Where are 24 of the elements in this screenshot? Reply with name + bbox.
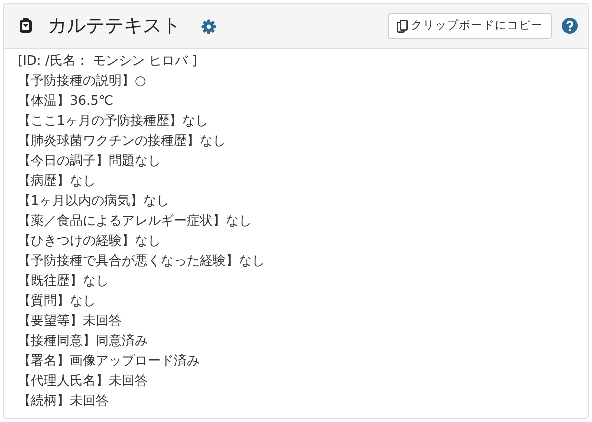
record-line: 【署名】画像アップロード済み [18,353,200,371]
record-line: 【体温】36.5℃ [18,93,114,111]
record-line: 【予防接種で具合が悪くなった経験】なし [18,253,265,271]
record-line: 【薬／食品によるアレルギー症状】なし [18,213,252,231]
record-line: 【代理人氏名】未回答 [18,373,148,391]
record-line: [ID: /氏名： モンシン ヒロバ ] [18,53,198,71]
record-line: 【続柄】未回答 [18,393,109,411]
record-line: 【質問】なし [18,293,96,311]
record-line: 【予防接種の説明】○ [18,73,146,91]
record-line: 【接種同意】同意済み [18,333,148,351]
record-line: 【要望等】未回答 [18,313,122,331]
help-icon[interactable] [562,18,578,34]
record-line: 【今日の調子】問題なし [18,153,161,171]
copy-button[interactable]: クリップボードにコピー [388,13,552,39]
clipboard-icon [19,18,33,34]
record-line: 【既往歴】なし [18,273,109,291]
copy-icon [397,20,408,32]
record-line: 【1ヶ月以内の病気】なし [18,193,170,211]
settings-icon[interactable] [201,19,217,35]
panel-title: カルテテキスト [48,14,181,39]
record-line: 【ここ1ヶ月の予防接種歴】なし [18,113,208,131]
record-line: 【肺炎球菌ワクチンの接種歴】なし [18,133,226,151]
record-line: 【病歴】なし [18,173,96,191]
record-line: 【ひきつけの経験】なし [18,233,161,251]
